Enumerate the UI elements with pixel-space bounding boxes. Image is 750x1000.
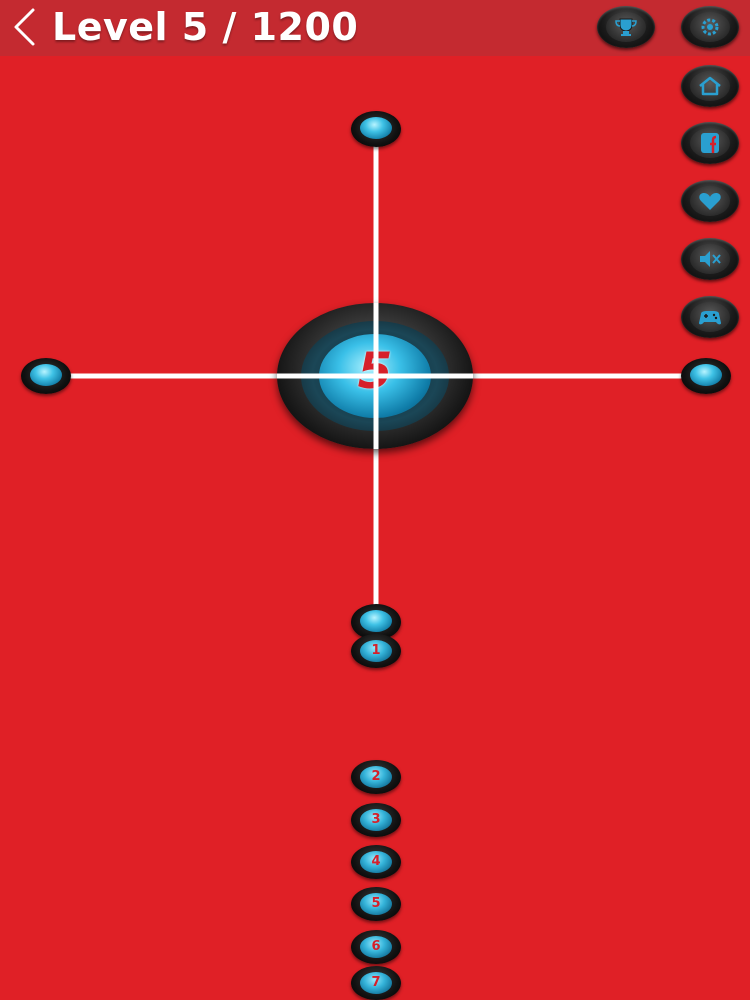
- token-label: 1: [371, 643, 381, 658]
- token-6[interactable]: 6: [351, 930, 401, 964]
- token-label: 6: [371, 939, 381, 954]
- token-label: 4: [371, 854, 381, 869]
- token-3[interactable]: 3: [351, 803, 401, 837]
- token-7[interactable]: 7: [351, 966, 401, 1000]
- token-4[interactable]: 4: [351, 845, 401, 879]
- token-label: 5: [371, 896, 381, 911]
- token-label: 3: [371, 812, 381, 827]
- token-label: 7: [371, 975, 381, 990]
- token-label: 2: [371, 769, 381, 784]
- token-2[interactable]: 2: [351, 760, 401, 794]
- token-5[interactable]: 5: [351, 887, 401, 921]
- token-1[interactable]: 1: [351, 634, 401, 668]
